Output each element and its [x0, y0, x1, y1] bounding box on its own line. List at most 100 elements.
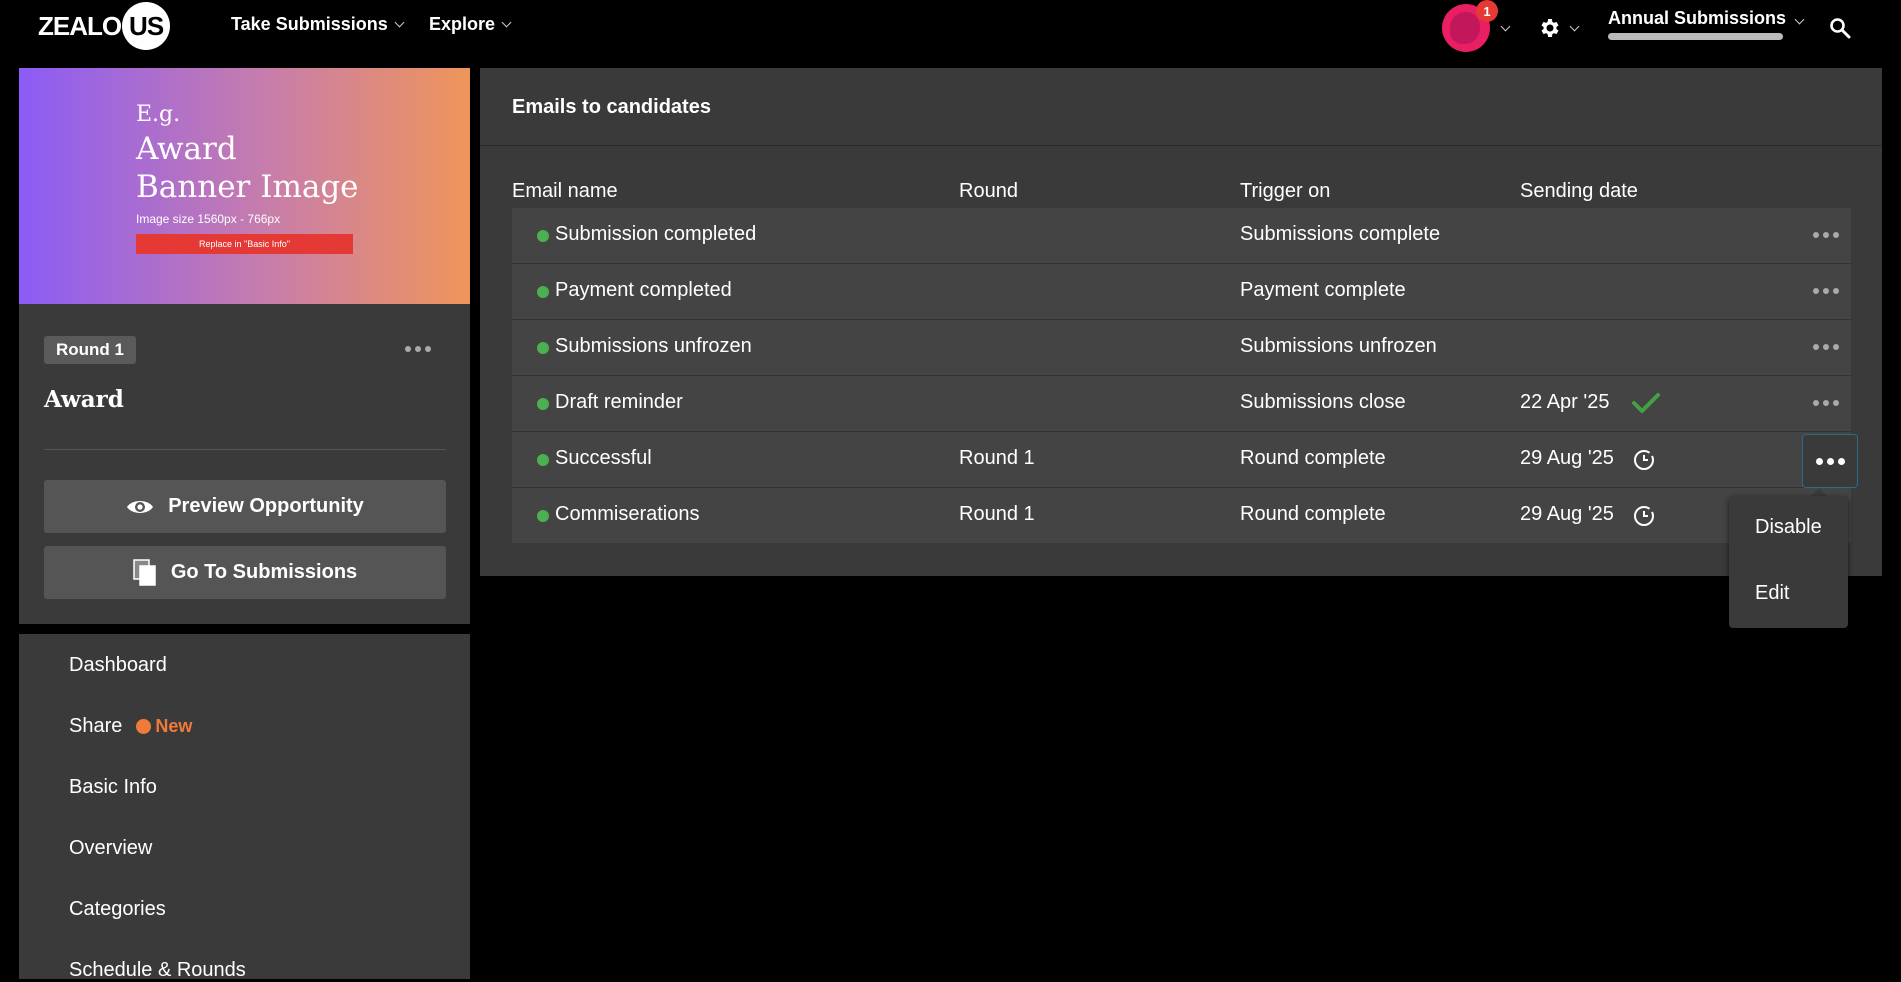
emails-panel: Emails to candidates Email name Round Tr…: [480, 68, 1882, 576]
settings-menu[interactable]: [1537, 16, 1580, 40]
divider: [44, 449, 446, 450]
dot: [415, 346, 421, 352]
dot: [1833, 344, 1839, 350]
edit-menu-item[interactable]: Edit: [1755, 582, 1789, 605]
preview-opportunity-label: Preview Opportunity: [168, 495, 364, 517]
table-row[interactable]: Draft reminder Submissions close 22 Apr …: [512, 376, 1851, 432]
dot: [1833, 232, 1839, 238]
panel-title: Emails to candidates: [512, 96, 711, 118]
status-dot-icon: [537, 398, 549, 410]
email-name: Submissions unfrozen: [555, 335, 752, 357]
sidebar-item-label: Share: [69, 715, 123, 737]
dot: [1837, 457, 1845, 465]
opportunity-title: Award: [44, 386, 124, 413]
email-name: Commiserations: [555, 503, 700, 525]
row-more-button-active[interactable]: [1802, 434, 1858, 488]
new-dot-icon: [136, 719, 152, 734]
email-round: Round 1: [959, 503, 1035, 525]
opportunity-card: E.g. Award Banner Image Image size 1560p…: [19, 68, 470, 624]
email-trigger: Submissions unfrozen: [1240, 335, 1437, 357]
chevron-down-icon: [501, 17, 512, 28]
preview-opportunity-button[interactable]: Preview Opportunity: [44, 480, 446, 533]
eye-icon: [127, 500, 154, 513]
sidebar-menu: Dashboard Share New Basic Info Overview …: [19, 634, 470, 981]
chevron-down-icon: [394, 17, 405, 28]
card-more-button[interactable]: [395, 334, 441, 364]
workspace-selector[interactable]: Annual Submissions: [1608, 8, 1786, 40]
zealous-logo[interactable]: ZEALO US: [38, 2, 171, 50]
user-menu[interactable]: 1: [1442, 0, 1511, 52]
new-badge-label: New: [155, 716, 193, 736]
email-trigger: Round complete: [1240, 503, 1386, 525]
table-row[interactable]: Submission completed Submissions complet…: [512, 208, 1851, 264]
nav-explore-label: Explore: [429, 14, 496, 34]
nav-explore[interactable]: Explore: [429, 14, 512, 35]
nav-take-submissions-label: Take Submissions: [231, 14, 388, 34]
clock-icon: [1634, 450, 1654, 470]
avatar[interactable]: 1: [1442, 0, 1498, 52]
sidebar-item-overview[interactable]: Overview: [69, 837, 152, 860]
row-actions-dropdown: Disable Edit: [1729, 496, 1848, 628]
email-date: 22 Apr '25: [1520, 391, 1610, 413]
row-more-button[interactable]: [1803, 332, 1849, 362]
column-header-email-name: Email name: [512, 180, 618, 202]
gear-icon: [1541, 19, 1559, 37]
table-row[interactable]: Submissions unfrozen Submissions unfroze…: [512, 320, 1851, 376]
email-round: Round 1: [959, 447, 1035, 469]
avatar-shape: [1450, 12, 1480, 44]
row-more-button[interactable]: [1803, 388, 1849, 418]
column-header-trigger-on: Trigger on: [1240, 180, 1331, 202]
sidebar-item-dashboard[interactable]: Dashboard: [69, 654, 167, 677]
email-date: 29 Aug '25: [1520, 503, 1614, 525]
search-icon[interactable]: [1828, 16, 1852, 40]
workspace-underline: [1608, 33, 1783, 40]
status-dot-icon: [537, 286, 549, 298]
sidebar-item-label: Basic Info: [69, 776, 157, 798]
dot: [1823, 288, 1829, 294]
round-badge: Round 1: [44, 336, 136, 364]
dot: [1813, 400, 1819, 406]
table-row[interactable]: Payment completed Payment complete: [512, 264, 1851, 320]
email-date: 29 Aug '25: [1520, 447, 1614, 469]
check-icon: [1632, 393, 1660, 413]
go-to-submissions-label: Go To Submissions: [170, 561, 358, 583]
dot: [1813, 232, 1819, 238]
logo-text: ZEALO: [38, 10, 122, 41]
dot: [1826, 457, 1834, 465]
new-badge: New: [136, 716, 192, 737]
sidebar-item-categories[interactable]: Categories: [69, 898, 166, 921]
status-dot-icon: [537, 230, 549, 242]
dot: [1823, 232, 1829, 238]
banner-image: E.g. Award Banner Image Image size 1560p…: [19, 68, 470, 304]
banner-eg: E.g.: [136, 102, 181, 127]
sidebar-item-share[interactable]: Share New: [69, 715, 192, 738]
clock-icon: [1634, 506, 1654, 526]
chevron-down-icon[interactable]: [1794, 14, 1805, 25]
sidebar-item-basic-info[interactable]: Basic Info: [69, 776, 157, 799]
table-row[interactable]: Successful Round 1 Round complete 29 Aug…: [512, 432, 1858, 488]
workspace-label: Annual Submissions: [1608, 8, 1787, 28]
row-more-button[interactable]: [1803, 276, 1849, 306]
banner-size-text: Image size 1560px - 766px: [136, 212, 281, 226]
row-more-button[interactable]: [1803, 220, 1849, 250]
column-header-sending-date: Sending date: [1520, 180, 1638, 202]
chevron-down-icon: [1500, 21, 1511, 31]
notification-badge: 1: [1476, 0, 1498, 22]
dot: [1815, 457, 1823, 465]
chevron-down-icon: [1569, 21, 1580, 31]
email-trigger: Submissions close: [1240, 391, 1406, 413]
dot: [425, 346, 431, 352]
table-row[interactable]: Commiserations Round 1 Round complete 29…: [512, 488, 1851, 543]
email-trigger: Round complete: [1240, 447, 1386, 469]
banner-title-line2: Banner Image: [136, 169, 359, 205]
status-dot-icon: [537, 454, 549, 466]
dot: [405, 346, 411, 352]
disable-menu-item[interactable]: Disable: [1755, 516, 1822, 539]
banner-replace-label: Replace in "Basic Info": [136, 234, 353, 254]
email-trigger: Payment complete: [1240, 279, 1406, 301]
go-to-submissions-button[interactable]: Go To Submissions: [44, 546, 446, 599]
dot: [1833, 400, 1839, 406]
nav-take-submissions[interactable]: Take Submissions: [231, 14, 405, 35]
column-header-round: Round: [959, 180, 1018, 202]
sidebar-item-label: Categories: [69, 898, 166, 920]
